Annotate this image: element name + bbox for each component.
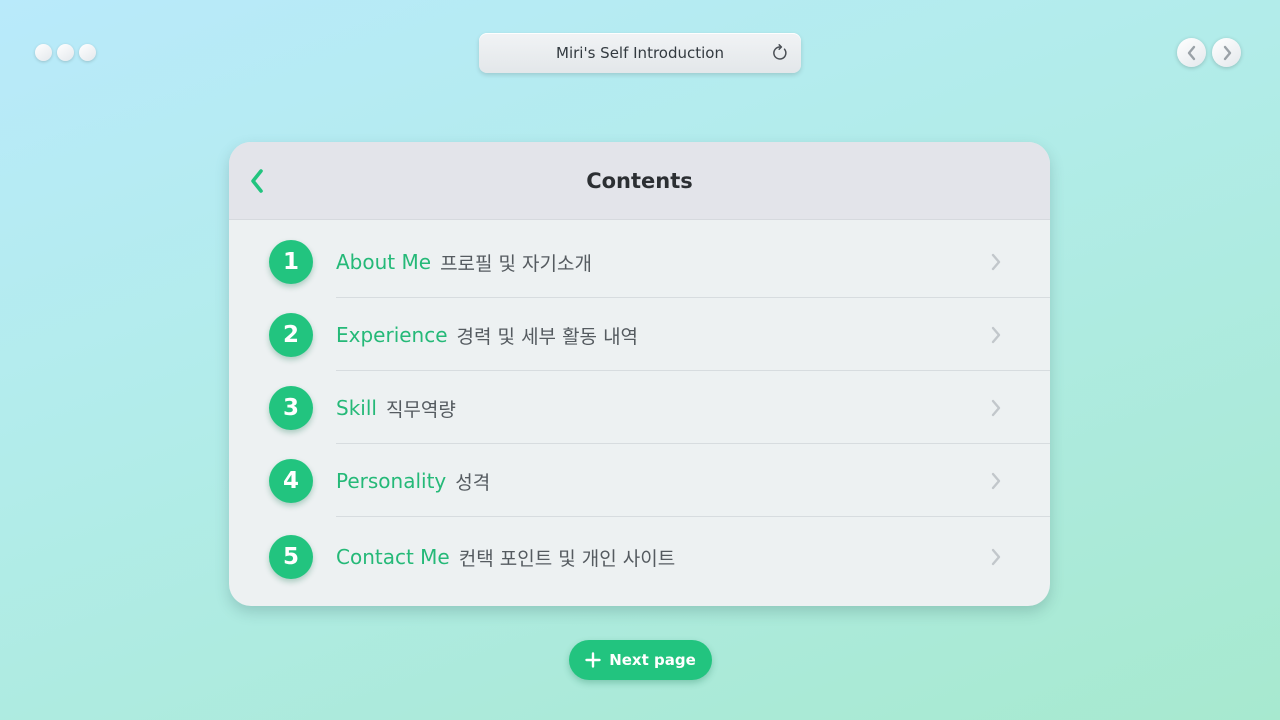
number-badge: 4 (269, 459, 313, 503)
list-item-text: Contact Me 컨택 포인트 및 개인 사이트 (336, 521, 675, 593)
number-badge: 3 (269, 386, 313, 430)
list-item-text: Personality 성격 (336, 445, 490, 517)
chevron-right-icon (991, 326, 1001, 344)
contents-card: Contents 1 About Me 프로필 및 자기소개 2 Experie… (229, 142, 1050, 606)
list-item-subtitle: 경력 및 세부 활동 내역 (456, 325, 639, 348)
card-header: Contents (229, 142, 1050, 220)
next-page-button[interactable]: Next page (569, 640, 712, 680)
divider (336, 443, 1050, 444)
browser-nav (1177, 38, 1241, 67)
nav-forward-button[interactable] (1212, 38, 1241, 67)
list-item-title: Experience (336, 323, 448, 347)
list-item-title: Skill (336, 396, 377, 420)
list-item-experience[interactable]: 2 Experience 경력 및 세부 활동 내역 (229, 299, 1050, 371)
list-item-subtitle: 컨택 포인트 및 개인 사이트 (458, 547, 676, 570)
page-title: Miri's Self Introduction (556, 44, 724, 62)
chevron-left-icon (1187, 45, 1195, 60)
list-item-title: About Me (336, 250, 432, 274)
chevron-right-icon (991, 548, 1001, 566)
list-item-text: Experience 경력 및 세부 활동 내역 (336, 299, 638, 371)
plus-icon (585, 652, 601, 668)
list-item-subtitle: 프로필 및 자기소개 (440, 252, 592, 275)
number-badge: 1 (269, 240, 313, 284)
chevron-right-icon (991, 253, 1001, 271)
divider (336, 370, 1050, 371)
list-item-text: Skill 직무역량 (336, 372, 456, 444)
list-item-title: Contact Me (336, 545, 450, 569)
list-item-title: Personality (336, 469, 447, 493)
back-button[interactable] (245, 168, 269, 194)
number-badge: 5 (269, 535, 313, 579)
list-item-subtitle: 성격 (455, 471, 491, 494)
card-title: Contents (586, 168, 693, 193)
list-item-skill[interactable]: 3 Skill 직무역량 (229, 372, 1050, 444)
address-bar[interactable]: Miri's Self Introduction (479, 33, 801, 73)
list-item-about-me[interactable]: 1 About Me 프로필 및 자기소개 (229, 226, 1050, 298)
list-item-personality[interactable]: 4 Personality 성격 (229, 445, 1050, 517)
chevron-left-icon (251, 169, 263, 193)
list-item-subtitle: 직무역량 (385, 398, 456, 421)
refresh-icon[interactable] (771, 44, 789, 62)
number-badge: 2 (269, 313, 313, 357)
window-dot-maximize[interactable] (79, 44, 96, 61)
divider (336, 297, 1050, 298)
window-dot-close[interactable] (35, 44, 52, 61)
chevron-right-icon (1223, 45, 1231, 60)
next-page-label: Next page (609, 651, 696, 669)
nav-back-button[interactable] (1177, 38, 1206, 67)
window-controls (35, 44, 96, 61)
divider (336, 516, 1050, 517)
chevron-right-icon (991, 399, 1001, 417)
chevron-right-icon (991, 472, 1001, 490)
list-item-text: About Me 프로필 및 자기소개 (336, 226, 592, 298)
window-dot-minimize[interactable] (57, 44, 74, 61)
list-item-contact-me[interactable]: 5 Contact Me 컨택 포인트 및 개인 사이트 (229, 521, 1050, 593)
